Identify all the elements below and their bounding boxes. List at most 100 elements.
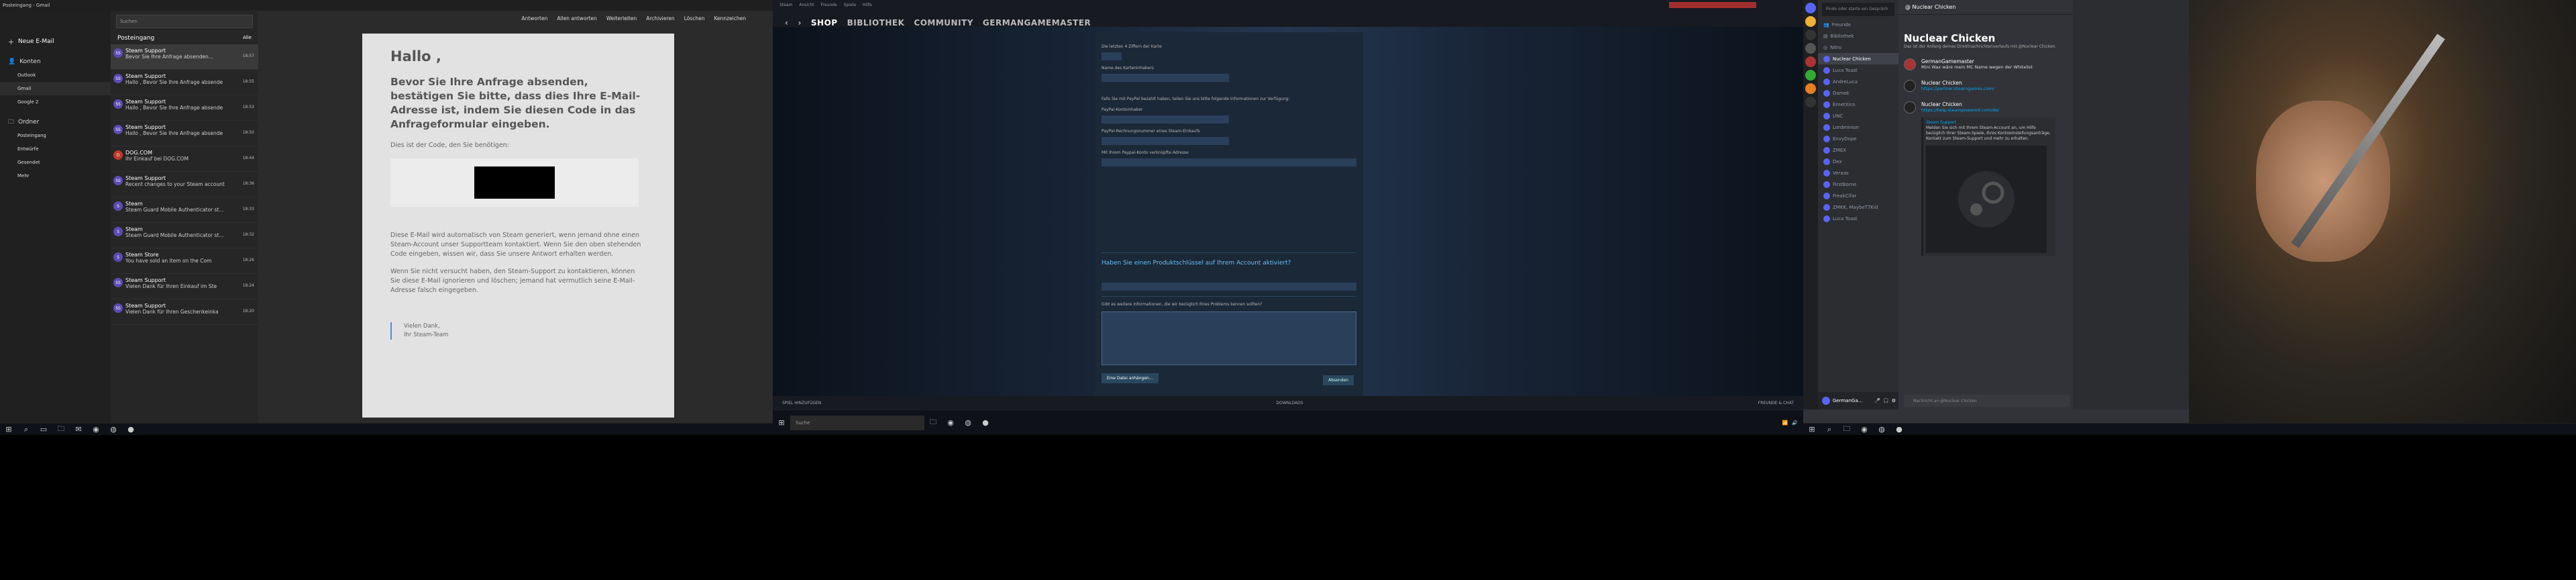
settings-icon[interactable]: ⚙ [1892,398,1898,403]
reply-all-button[interactable]: Allen antworten [557,15,596,21]
tab-shop[interactable]: SHOP [811,18,838,28]
discord-icon[interactable]: ◍ [959,416,977,430]
find-conversation-input[interactable]: Finde oder starte ein Gespräch [1822,3,1894,16]
back-icon[interactable]: ‹ [785,18,788,28]
home-icon[interactable] [1805,3,1816,13]
card-digits-input[interactable] [1102,52,1122,60]
dm-item[interactable]: Lordminion [1818,122,1898,133]
account-google2[interactable]: Google 2 [0,95,111,109]
product-key-input[interactable] [1102,283,1356,291]
server-icon[interactable] [1805,30,1816,40]
account-gmail[interactable]: Gmail [0,82,111,95]
explorer-icon[interactable]: 🗀 [924,416,942,430]
list-item[interactable]: SS Steam Support Recent changes to your St… [111,172,258,197]
spotify-icon[interactable]: ● [122,422,140,436]
accounts-header[interactable]: 👤 Konten [0,55,111,68]
dm-item[interactable]: ZMKK, MaybeT7Kid [1818,201,1898,213]
server-icon[interactable] [1805,83,1816,94]
server-icon[interactable] [1805,56,1816,67]
author[interactable]: GermanGamemaster [1921,58,2068,64]
list-item[interactable]: D DOG.COM Ihr Einkauf bei DOG.COM 18:44 [111,146,258,172]
dm-item[interactable]: FirstBorne [1818,179,1898,190]
dm-item[interactable]: ErnetXico [1818,99,1898,110]
filter-dropdown[interactable]: Alle [243,35,252,42]
list-item[interactable]: SS Steam Support Vielen Dank für Ihren Ein… [111,274,258,299]
tab-profile[interactable]: GERMANGAMEMASTER [983,18,1091,28]
forward-icon[interactable]: › [798,18,801,28]
folder-drafts[interactable]: Entwürfe [0,142,111,156]
discord-icon[interactable]: ◍ [105,422,122,436]
steam-icon[interactable]: ◉ [87,422,105,436]
alert-banner[interactable] [1669,1,1756,8]
reply-button[interactable]: Antworten [521,15,547,21]
dm-item[interactable]: ZMEX [1818,144,1898,156]
dm-item[interactable]: Luca Toast [1818,213,1898,224]
list-item[interactable]: SS Steam Support Vielen Dank für Ihren Ges… [111,299,258,325]
menu-friends[interactable]: Freunde [821,3,837,7]
search-input[interactable]: Suchen [116,15,253,28]
flag-button[interactable]: Kennzeichen [714,15,746,21]
dm-item[interactable]: FreakCifar [1818,190,1898,201]
dm-item[interactable]: UNC [1818,110,1898,122]
library-item[interactable]: ▤ Bibliothek [1818,30,1898,42]
server-icon[interactable] [1805,70,1816,81]
spotify-icon[interactable]: ● [977,416,994,430]
cardholder-input[interactable] [1102,74,1229,82]
friends-item[interactable]: 👥 Freunde [1818,19,1898,30]
paypal-holder-input[interactable] [1102,115,1229,124]
folder-more[interactable]: Mehr [0,169,111,183]
dm-item[interactable]: Dex [1818,156,1898,167]
author[interactable]: Nuclear Chicken [1921,80,2068,86]
dm-item[interactable]: EnvyDope [1818,133,1898,144]
spotify-icon[interactable]: ● [1890,422,1908,436]
nitro-item[interactable]: ◎ Nitro [1818,42,1898,53]
list-item[interactable]: SS Steam Support Bevor Sie Ihre Anfrage ab… [111,44,258,70]
dm-item[interactable]: Luca Toast [1818,64,1898,76]
mic-icon[interactable]: 🎤 [1874,398,1880,403]
message-link[interactable]: https://partner.steamgames.com/ [1921,86,2068,92]
search-icon[interactable]: ⌕ [17,422,35,436]
message-link[interactable]: https://help.steampowered.com/de/ [1921,107,2068,113]
menu-games[interactable]: Spiele [844,3,856,7]
network-icon[interactable]: 📶 [1782,420,1788,426]
start-icon[interactable]: ⊞ [0,422,17,436]
explorer-icon[interactable]: 🗀 [1838,422,1856,436]
list-item[interactable]: S Steam Steam Guard Mobile Authenticator s… [111,223,258,248]
explorer-icon[interactable]: 🗀 [52,422,70,436]
dm-item[interactable]: Damek [1818,87,1898,99]
steam-icon[interactable]: ◉ [942,416,959,430]
submit-button[interactable]: Absenden [1323,375,1354,385]
mail-icon[interactable]: ✉ [70,422,87,436]
headset-icon[interactable]: 🎧 [1883,398,1889,403]
tab-community[interactable]: COMMUNITY [914,18,973,28]
list-item[interactable]: SS Steam Support Hallo , Bevor Sie Ihre An… [111,70,258,95]
attach-file-button[interactable]: Eine Datei anhängen... [1102,373,1159,383]
server-icon[interactable] [1805,43,1816,54]
list-item[interactable]: SS Steam Support Hallo , Bevor Sie Ihre An… [111,95,258,121]
list-item[interactable]: SS Steam Support Hallo , Bevor Sie Ihre An… [111,121,258,146]
menu-view[interactable]: Ansicht [799,3,814,7]
delete-button[interactable]: Löschen [684,15,705,21]
taskbar-search[interactable]: Suche [790,415,924,430]
account-outlook[interactable]: Outlook [0,68,111,82]
add-game-button[interactable]: SPIEL HINZUFÜGEN [782,401,821,405]
discord-icon[interactable]: ◍ [1873,422,1890,436]
tab-library[interactable]: BIBLIOTHEK [847,18,905,28]
downloads-button[interactable]: DOWNLOADS [1277,401,1303,405]
folder-inbox[interactable]: Posteingang [0,129,111,142]
menu-steam[interactable]: Steam [780,3,792,7]
dm-item[interactable]: AndreLuca [1818,76,1898,87]
list-item[interactable]: S Steam Steam Guard Mobile Authenticator s… [111,197,258,223]
embed-title[interactable]: Steam Support [1926,120,2053,126]
dm-item[interactable]: Nuclear Chicken [1818,53,1898,64]
start-icon[interactable]: ⊞ [773,416,790,430]
folder-sent[interactable]: Gesendet [0,156,111,169]
details-textarea[interactable] [1102,311,1356,365]
forward-button[interactable]: Weiterleiten [606,15,637,21]
new-mail-button[interactable]: ＋ Neue E-Mail [0,35,111,48]
server-icon[interactable] [1805,97,1816,107]
dm-item[interactable]: Veraas [1818,167,1898,179]
search-icon[interactable]: ⌕ [1821,422,1838,436]
menu-help[interactable]: Hilfe [863,3,872,7]
server-icon[interactable] [1805,16,1816,27]
